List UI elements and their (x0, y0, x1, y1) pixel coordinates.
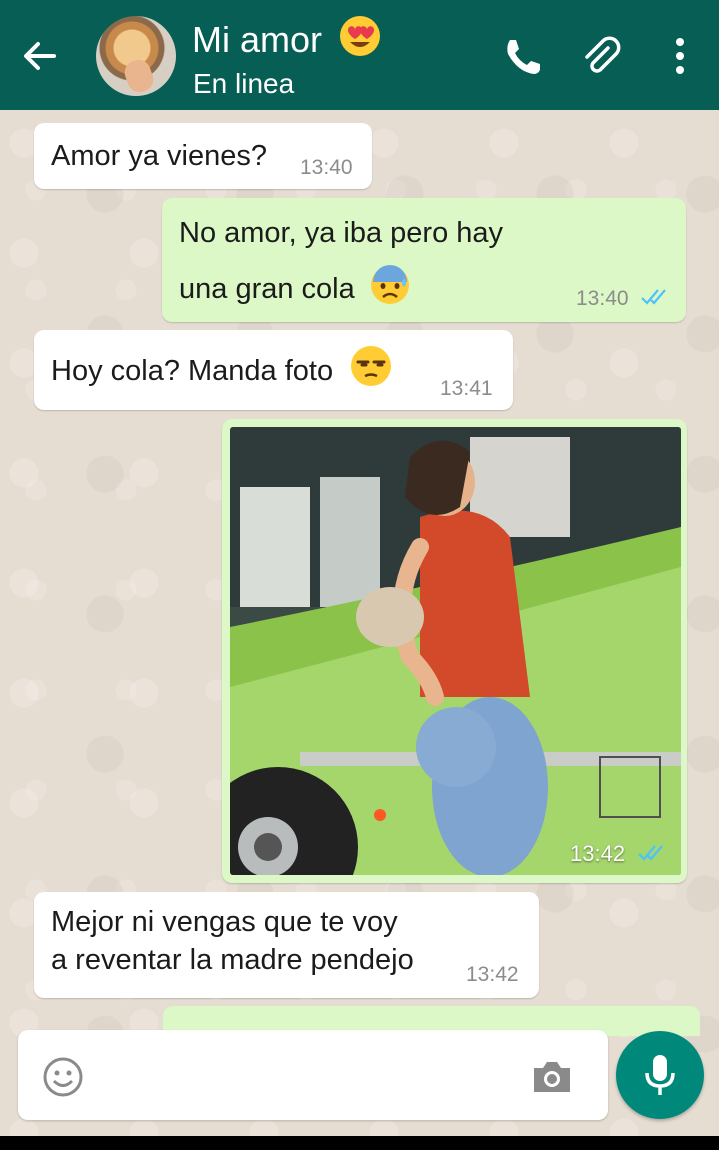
system-nav-bar (0, 1136, 719, 1150)
emoji-icon[interactable] (42, 1056, 84, 1098)
chat-header: Mi amor En linea (0, 0, 719, 110)
message-outgoing-image[interactable]: 13:42 (222, 419, 687, 883)
more-vert-icon[interactable] (660, 34, 700, 78)
message-time-wrap: 13:42 (570, 841, 667, 867)
message-text: una gran cola (179, 273, 355, 305)
camera-icon[interactable] (530, 1058, 574, 1096)
message-outgoing[interactable]: No amor, ya iba pero hay una gran cola 1… (162, 198, 686, 322)
message-text: Amor ya vienes? (51, 140, 267, 172)
message-time-wrap: 13:40 (576, 286, 670, 312)
message-text: Hoy cola? Manda foto (51, 355, 334, 387)
photo-content-image (230, 427, 681, 875)
message-text-line: una gran cola (179, 264, 411, 314)
message-time: 13:42 (466, 963, 519, 986)
contact-name-text: Mi amor (192, 19, 323, 60)
message-incoming[interactable]: Mejor ni vengas que te voy a reventar la… (34, 892, 539, 998)
message-text-line: Mejor ni vengas que te voy (51, 906, 398, 938)
message-time: 13:41 (440, 377, 493, 400)
contact-avatar[interactable] (96, 16, 176, 96)
phone-icon[interactable] (498, 34, 542, 78)
message-time: 13:40 (300, 156, 353, 179)
mic-icon (645, 1055, 675, 1095)
back-arrow-icon[interactable] (20, 36, 60, 76)
message-time: 13:42 (570, 841, 626, 866)
heart-eyes-emoji-icon (340, 16, 381, 56)
voice-record-button[interactable] (616, 1031, 704, 1119)
shared-photo[interactable]: 13:42 (230, 427, 681, 875)
anxious-sweat-emoji-icon (370, 265, 409, 304)
message-incoming[interactable]: Hoy cola? Manda foto 13:41 (34, 330, 513, 410)
message-time: 13:40 (576, 287, 629, 310)
message-text-wrap: Hoy cola? Manda foto (51, 344, 393, 396)
message-text-line: a reventar la madre pendejo (51, 944, 414, 976)
message-input[interactable] (100, 1048, 514, 1106)
message-incoming[interactable]: Amor ya vienes? 13:40 (34, 123, 372, 189)
read-receipt-icon (638, 845, 664, 861)
read-receipt-icon (641, 289, 667, 305)
paperclip-icon[interactable] (578, 34, 622, 78)
message-text-line: No amor, ya iba pero hay (179, 217, 504, 249)
unamused-emoji-icon (351, 346, 392, 386)
contact-name[interactable]: Mi amor (192, 14, 382, 62)
contact-status: En linea (193, 68, 295, 99)
